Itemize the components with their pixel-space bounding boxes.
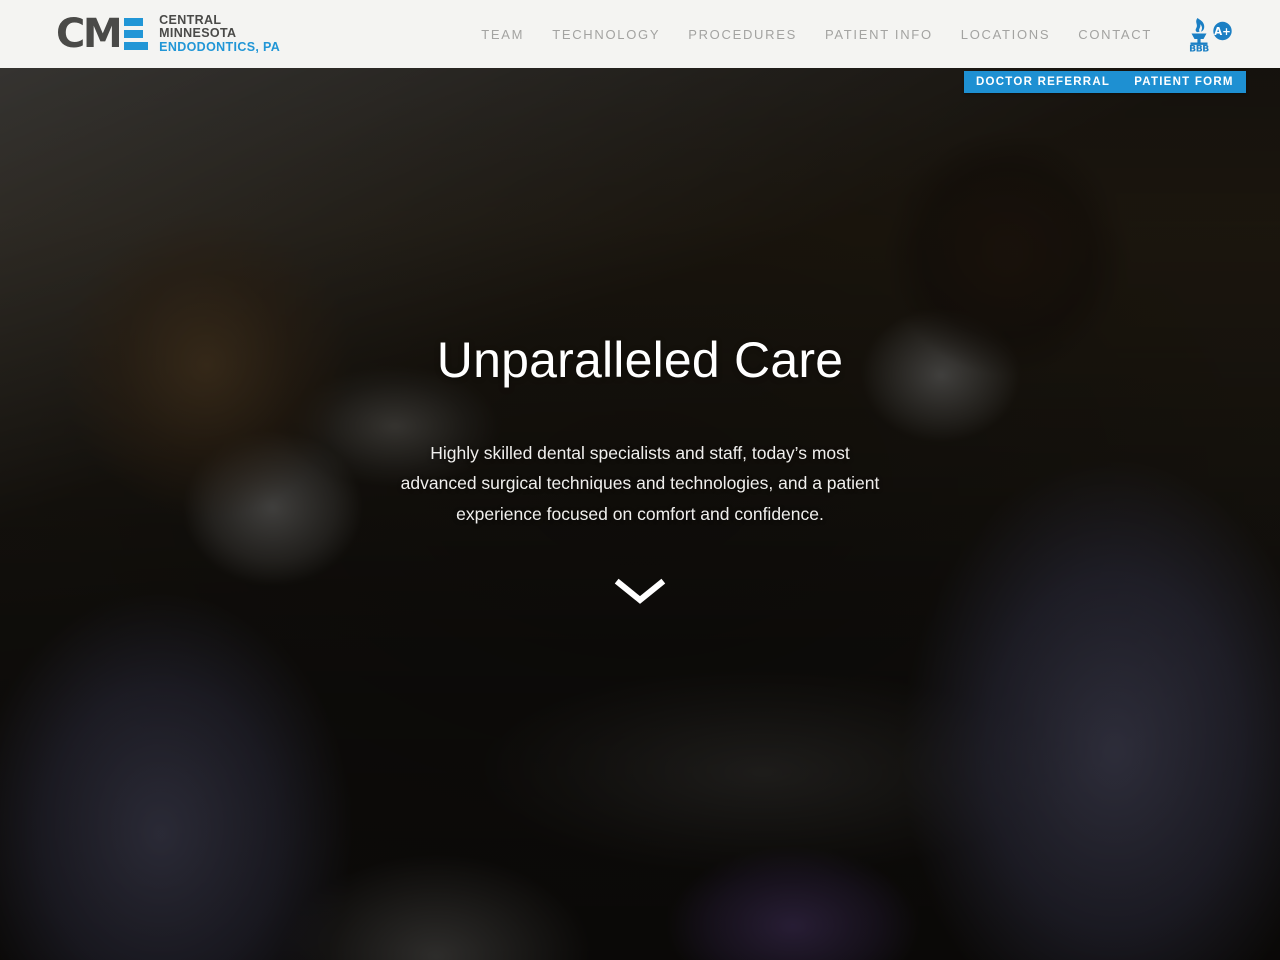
- nav-item-contact[interactable]: CONTACT: [1064, 27, 1166, 42]
- page-root: Unparalleled Care Highly skilled dental …: [0, 0, 1280, 960]
- bbb-accredited-badge[interactable]: BBB A+: [1182, 16, 1232, 52]
- logo-mark: CM: [56, 11, 149, 57]
- logo-wordmark: CENTRAL MINNESOTA ENDODONTICS, PA: [159, 12, 281, 55]
- site-header: CM CENTRAL MINNESOTA ENDODONTICS, PA TEA…: [0, 0, 1280, 68]
- patient-form-button[interactable]: PATIENT FORM: [1122, 71, 1246, 93]
- cta-button-group: DOCTOR REFERRAL PATIENT FORM: [964, 71, 1246, 93]
- bbb-torch-icon: BBB A+: [1189, 18, 1232, 52]
- scroll-down-button[interactable]: [613, 576, 667, 606]
- logo-line-1: CENTRAL: [159, 12, 222, 27]
- logo-e-bars-icon: [124, 18, 149, 50]
- nav-item-team[interactable]: TEAM: [467, 27, 538, 42]
- nav-item-locations[interactable]: LOCATIONS: [947, 27, 1064, 42]
- svg-text:BBB: BBB: [1189, 43, 1209, 52]
- chevron-down-icon: [614, 579, 666, 605]
- hero-content: Unparalleled Care Highly skilled dental …: [0, 68, 1280, 606]
- site-logo[interactable]: CM CENTRAL MINNESOTA ENDODONTICS, PA: [56, 11, 281, 57]
- hero-section: Unparalleled Care Highly skilled dental …: [0, 68, 1280, 960]
- nav-item-patient-info[interactable]: PATIENT INFO: [811, 27, 947, 42]
- logo-line-2: MINNESOTA: [159, 26, 237, 41]
- hero-title: Unparalleled Care: [436, 332, 844, 388]
- svg-text:A+: A+: [1214, 26, 1231, 38]
- logo-line-3: ENDODONTICS, PA: [159, 39, 281, 54]
- nav-item-technology[interactable]: TECHNOLOGY: [538, 27, 674, 42]
- hero-subtitle: Highly skilled dental specialists and st…: [400, 443, 880, 524]
- main-navigation: TEAM TECHNOLOGY PROCEDURES PATIENT INFO …: [467, 16, 1280, 52]
- logo-cm-letters: CM: [56, 11, 123, 57]
- nav-item-procedures[interactable]: PROCEDURES: [674, 27, 811, 42]
- doctor-referral-button[interactable]: DOCTOR REFERRAL: [964, 71, 1123, 93]
